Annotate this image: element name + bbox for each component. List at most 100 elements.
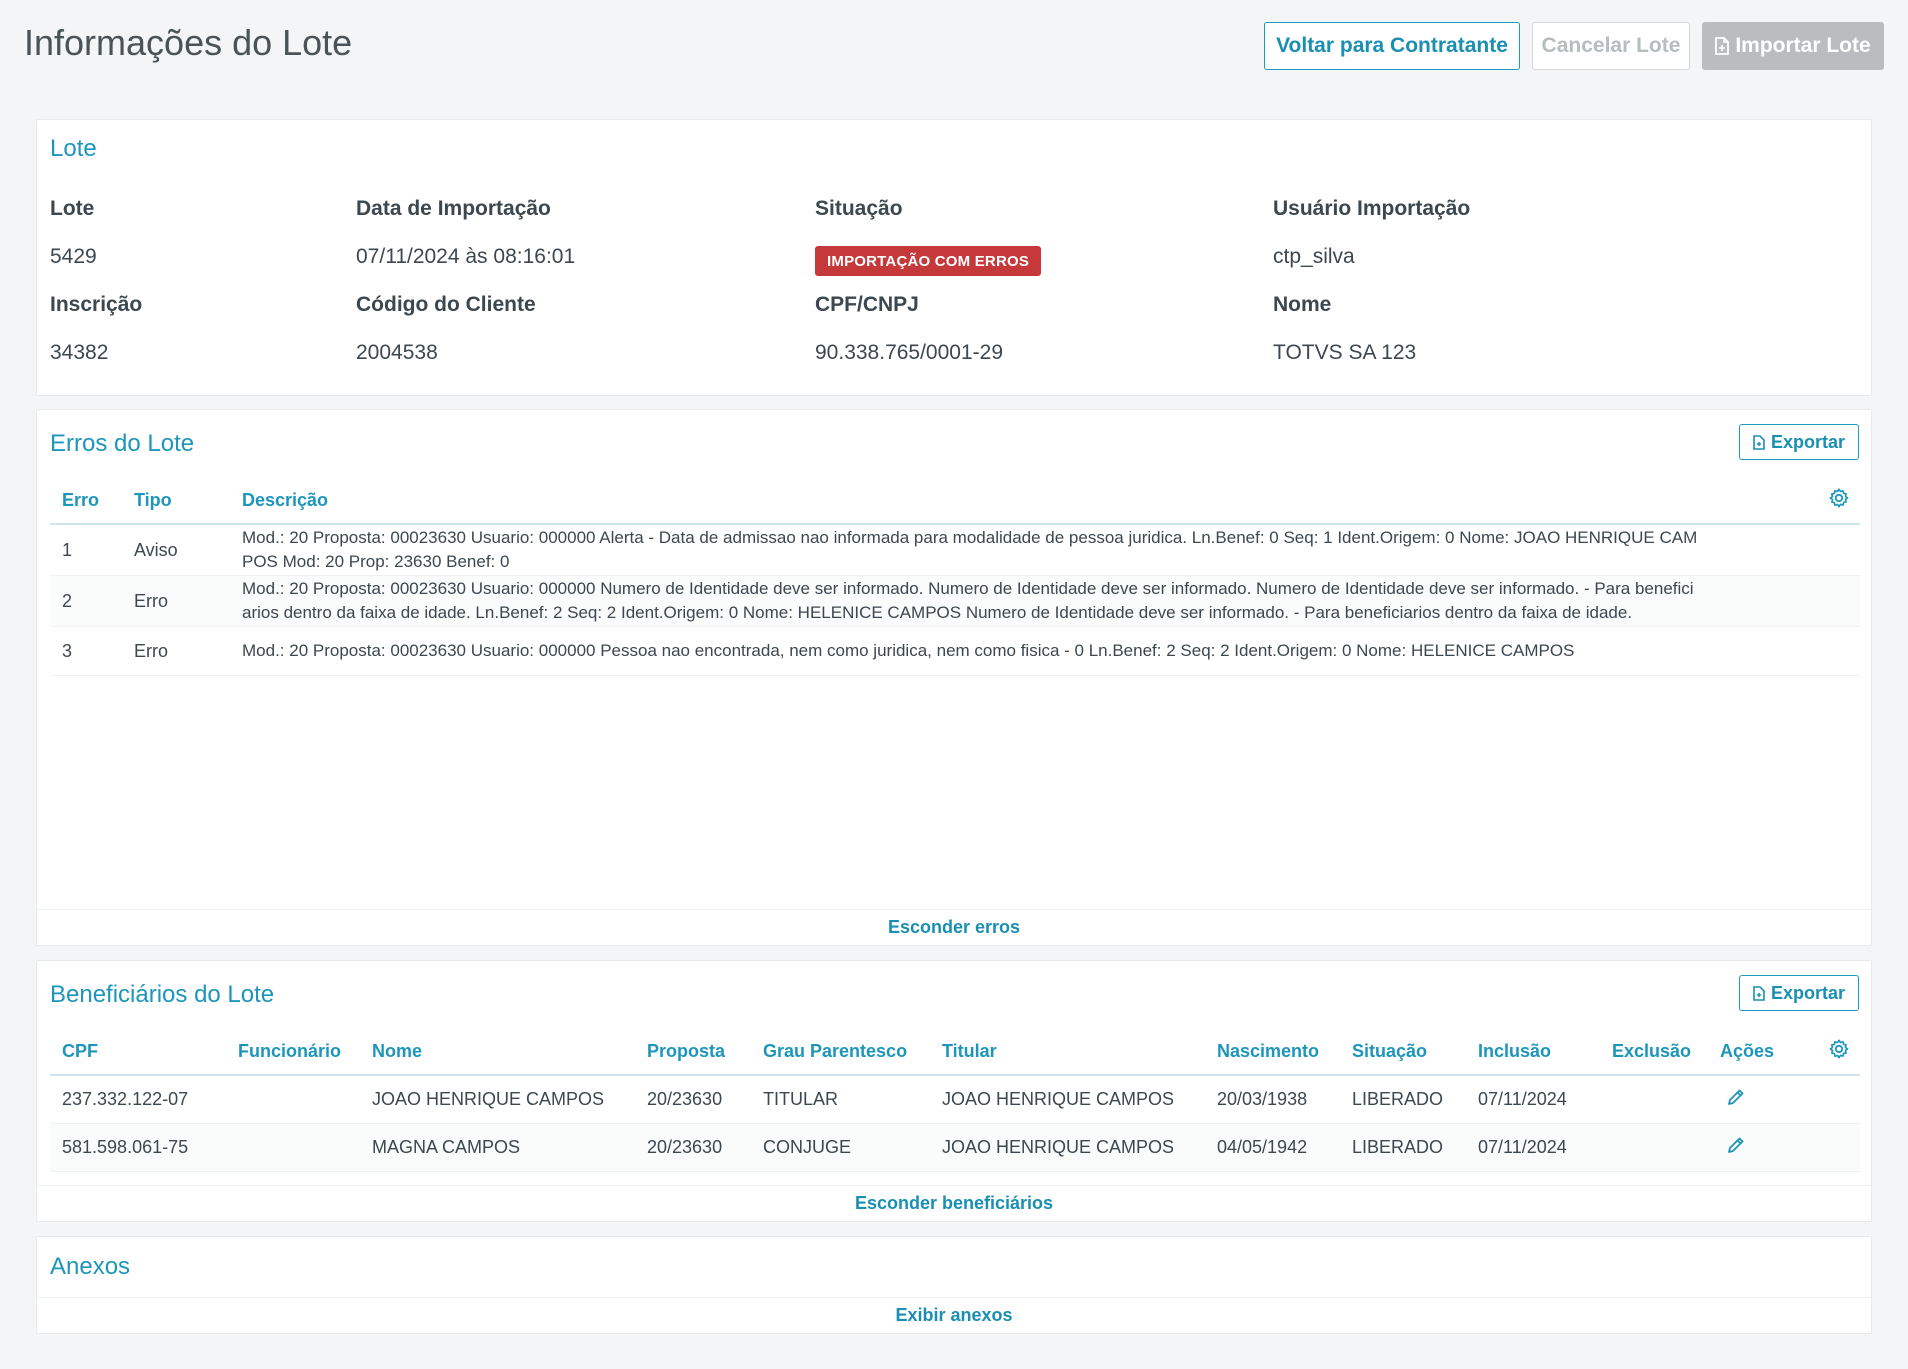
anexos-section-title: Anexos [50, 1253, 131, 1280]
cpf-cnpj-value: 90.338.765/0001-29 [815, 341, 1004, 364]
erro-tipo: Erro [122, 575, 230, 627]
col-exclusao[interactable]: Exclusão [1600, 1029, 1708, 1076]
cell-funcionario [226, 1075, 360, 1124]
erro-number: 3 [50, 626, 122, 676]
beneficiarios-table-header: CPF Funcionário Nome Proposta Grau Paren… [50, 1029, 1860, 1076]
esconder-beneficiarios-link[interactable]: Esconder beneficiários [37, 1185, 1871, 1221]
exportar-beneficiarios-label: Exportar [1770, 982, 1846, 1003]
col-tipo[interactable]: Tipo [122, 478, 230, 525]
erro-descricao: Mod.: 20 Proposta: 00023630 Usuario: 000… [230, 626, 1860, 676]
beneficiarios-section-title: Beneficiários do Lote [50, 981, 275, 1008]
erro-number: 1 [50, 524, 122, 576]
file-export-icon [1753, 985, 1765, 1001]
table-row[interactable]: 237.332.122-07 JOAO HENRIQUE CAMPOS 20/2… [50, 1075, 1860, 1124]
inscricao-value: 34382 [50, 341, 109, 364]
importar-lote-button[interactable]: Importar Lote [1702, 22, 1884, 70]
erros-column-settings[interactable] [1804, 478, 1860, 525]
data-importacao-value: 07/11/2024 às 08:16:01 [356, 245, 576, 268]
col-situacao[interactable]: Situação [1340, 1029, 1466, 1076]
lote-label: Lote [50, 197, 95, 220]
exportar-erros-label: Exportar [1770, 431, 1846, 452]
exibir-anexos-link[interactable]: Exibir anexos [37, 1297, 1871, 1333]
cell-grau: CONJUGE [751, 1123, 930, 1172]
erro-descricao-line: Mod.: 20 Proposta: 00023630 Usuario: 000… [242, 579, 1694, 598]
beneficiarios-card: Beneficiários do Lote Exportar CPF Funci… [36, 960, 1872, 1222]
page-header: Informações do Lote Voltar para Contrata… [0, 0, 1908, 100]
col-funcionario[interactable]: Funcionário [226, 1029, 360, 1076]
cell-nome: JOAO HENRIQUE CAMPOS [360, 1075, 635, 1124]
erro-descricao: Mod.: 20 Proposta: 00023630 Usuario: 000… [230, 575, 1860, 627]
file-import-icon [1715, 37, 1730, 55]
col-inclusao[interactable]: Inclusão [1466, 1029, 1600, 1076]
cell-funcionario [226, 1123, 360, 1172]
erro-tipo: Aviso [122, 524, 230, 576]
nome-value: TOTVS SA 123 [1273, 341, 1417, 364]
esconder-erros-link[interactable]: Esconder erros [37, 909, 1871, 945]
table-row[interactable]: 2 Erro Mod.: 20 Proposta: 00023630 Usuar… [50, 575, 1860, 627]
cell-acoes [1708, 1075, 1792, 1124]
data-importacao-label: Data de Importação [356, 197, 551, 220]
erro-descricao-line: POS Mod: 20 Prop: 23630 Benef: 0 [242, 552, 510, 571]
anexos-card: Anexos Exibir anexos [36, 1236, 1872, 1334]
importar-lote-label: Importar Lote [1735, 34, 1871, 57]
cancelar-lote-button[interactable]: Cancelar Lote [1532, 22, 1690, 70]
gear-icon[interactable] [1828, 487, 1850, 509]
lote-value: 5429 [50, 245, 97, 268]
beneficiarios-column-settings[interactable] [1792, 1029, 1860, 1076]
cell-titular: JOAO HENRIQUE CAMPOS [930, 1075, 1205, 1124]
table-row[interactable]: 581.598.061-75 MAGNA CAMPOS 20/23630 CON… [50, 1123, 1860, 1172]
cell-exclusao [1600, 1075, 1708, 1124]
cell-titular: JOAO HENRIQUE CAMPOS [930, 1123, 1205, 1172]
pencil-icon[interactable] [1720, 1135, 1746, 1155]
table-row[interactable]: 1 Aviso Mod.: 20 Proposta: 00023630 Usua… [50, 524, 1860, 576]
beneficiarios-table: CPF Funcionário Nome Proposta Grau Paren… [50, 1029, 1860, 1172]
exportar-erros-button[interactable]: Exportar [1739, 424, 1859, 460]
table-row[interactable]: 3 Erro Mod.: 20 Proposta: 00023630 Usuar… [50, 626, 1860, 676]
erro-descricao-line: Mod.: 20 Proposta: 00023630 Usuario: 000… [242, 528, 1698, 547]
erro-tipo: Erro [122, 626, 230, 676]
col-titular[interactable]: Titular [930, 1029, 1205, 1076]
erros-section-title: Erros do Lote [50, 430, 195, 457]
cell-situacao: LIBERADO [1340, 1075, 1466, 1124]
cell-proposta: 20/23630 [635, 1123, 751, 1172]
col-erro[interactable]: Erro [50, 478, 122, 525]
col-proposta[interactable]: Proposta [635, 1029, 751, 1076]
erros-card: Erros do Lote Exportar Erro Tipo Descriç… [36, 409, 1872, 946]
codigo-cliente-value: 2004538 [356, 341, 438, 364]
col-descricao[interactable]: Descrição [230, 478, 1804, 525]
cpf-cnpj-label: CPF/CNPJ [815, 293, 919, 316]
erros-table: Erro Tipo Descrição 1 Aviso Mod.: 20 Pro… [50, 478, 1860, 676]
erro-number: 2 [50, 575, 122, 627]
cell-nascimento: 20/03/1938 [1205, 1075, 1340, 1124]
cell-exclusao [1600, 1123, 1708, 1172]
cell-inclusao: 07/11/2024 [1466, 1123, 1600, 1172]
inscricao-label: Inscrição [50, 293, 143, 316]
lote-section-title: Lote [50, 135, 97, 162]
voltar-contratante-button[interactable]: Voltar para Contratante [1264, 22, 1520, 70]
cell-proposta: 20/23630 [635, 1075, 751, 1124]
exportar-beneficiarios-button[interactable]: Exportar [1739, 975, 1859, 1011]
file-export-icon [1753, 434, 1765, 450]
col-grau-parentesco[interactable]: Grau Parentesco [751, 1029, 930, 1076]
cell-acoes [1708, 1123, 1792, 1172]
erro-descricao: Mod.: 20 Proposta: 00023630 Usuario: 000… [230, 524, 1860, 576]
cell-cpf: 581.598.061-75 [50, 1123, 226, 1172]
cell-nome: MAGNA CAMPOS [360, 1123, 635, 1172]
situacao-label: Situação [815, 197, 903, 220]
cell-cpf: 237.332.122-07 [50, 1075, 226, 1124]
erro-descricao-line: arios dentro da faixa de idade. Ln.Benef… [242, 603, 1633, 622]
col-nascimento[interactable]: Nascimento [1205, 1029, 1340, 1076]
pencil-icon[interactable] [1720, 1087, 1746, 1107]
lote-card: Lote Lote 5429 Data de Importação 07/11/… [36, 119, 1872, 396]
col-nome[interactable]: Nome [360, 1029, 635, 1076]
situacao-status-badge: IMPORTAÇÃO COM ERROS [815, 246, 1042, 276]
cell-nascimento: 04/05/1942 [1205, 1123, 1340, 1172]
codigo-cliente-label: Código do Cliente [356, 293, 536, 316]
erros-table-header: Erro Tipo Descrição [50, 478, 1860, 525]
col-cpf[interactable]: CPF [50, 1029, 226, 1076]
nome-label: Nome [1273, 293, 1332, 316]
usuario-importacao-value: ctp_silva [1273, 245, 1355, 268]
page-title: Informações do Lote [24, 22, 353, 63]
gear-icon[interactable] [1828, 1038, 1850, 1060]
cell-situacao: LIBERADO [1340, 1123, 1466, 1172]
